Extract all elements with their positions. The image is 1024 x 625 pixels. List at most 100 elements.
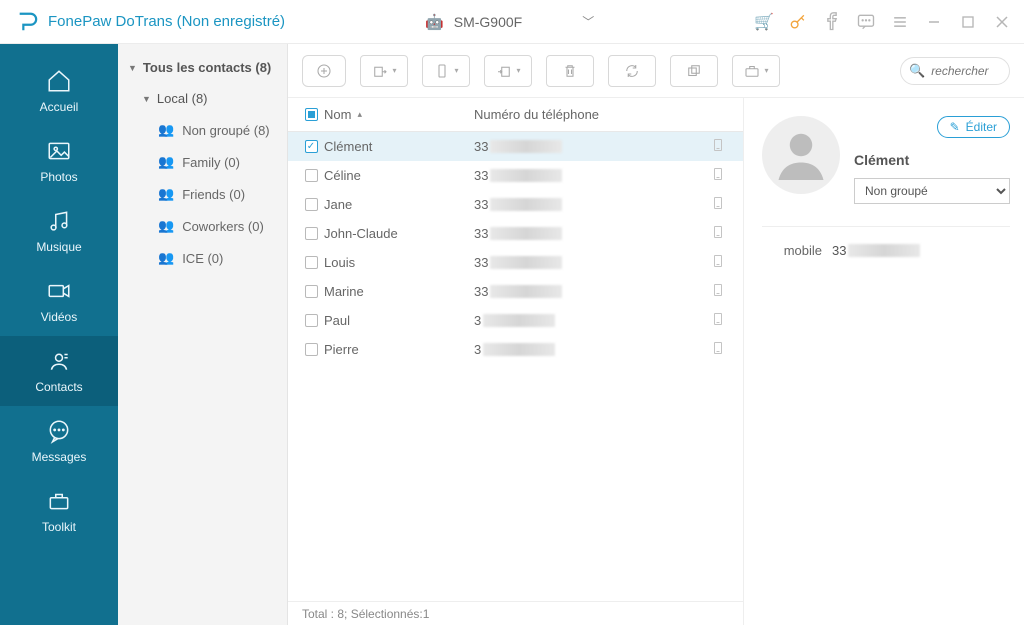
add-button[interactable] <box>302 55 346 87</box>
chevron-down-icon: ▾ <box>516 66 520 75</box>
refresh-button[interactable] <box>608 55 656 87</box>
nav-messages-label: Messages <box>32 450 87 464</box>
device-type-icon <box>703 168 733 183</box>
row-checkbox[interactable] <box>305 227 318 240</box>
tree-all-label: Tous les contacts (8) <box>143 60 271 75</box>
cell-phone: 33 <box>474 255 703 270</box>
nav-photos[interactable]: Photos <box>0 126 118 196</box>
redacted <box>490 198 562 211</box>
detail-mobile-row: mobile 33 <box>762 243 1010 258</box>
cell-phone: 33 <box>474 168 703 183</box>
export-button[interactable]: ▾ <box>360 55 408 87</box>
import-button[interactable]: ▾ <box>484 55 532 87</box>
tree-group[interactable]: 👥 Family (0) <box>118 146 287 178</box>
nav-music[interactable]: Musique <box>0 196 118 266</box>
tree-group[interactable]: 👥Coworkers (0) <box>118 210 287 242</box>
music-icon <box>46 208 72 234</box>
dedupe-button[interactable] <box>670 55 718 87</box>
device-type-icon <box>703 139 733 154</box>
maximize-button[interactable] <box>958 12 978 32</box>
android-icon: 🤖 <box>425 13 444 31</box>
delete-button[interactable] <box>546 55 594 87</box>
row-checkbox[interactable] <box>305 256 318 269</box>
key-icon[interactable] <box>788 12 808 32</box>
tree-group[interactable]: 👥Non groupé (8) <box>118 114 287 146</box>
content: ▾ ▾ ▾ ▾ 🔍 <box>288 44 1024 625</box>
row-checkbox[interactable] <box>305 343 318 356</box>
menu-icon[interactable] <box>890 12 910 32</box>
cell-name: Louis <box>324 255 474 270</box>
device-picker[interactable]: 🤖 SM-G900F ﹀ <box>415 9 604 35</box>
row-checkbox[interactable] <box>305 198 318 211</box>
tree-group[interactable]: 👥Friends (0) <box>118 178 287 210</box>
minimize-button[interactable] <box>924 12 944 32</box>
nav-contacts[interactable]: Contacts <box>0 336 118 406</box>
mobile-value: 33 <box>832 243 1010 258</box>
tree-group-label: Family (0) <box>182 155 240 170</box>
tree-all-contacts[interactable]: ▼ Tous les contacts (8) <box>118 52 287 83</box>
table-row[interactable]: Marine33 <box>288 277 743 306</box>
table-header: Nom ▴ Numéro du téléphone <box>288 98 743 132</box>
device-type-icon <box>703 342 733 357</box>
pencil-icon: ✎ <box>950 120 960 134</box>
cell-name: Marine <box>324 284 474 299</box>
table-row[interactable]: Clément33 <box>288 132 743 161</box>
redacted <box>490 256 562 269</box>
tree-group-label: Non groupé (8) <box>182 123 269 138</box>
column-phone[interactable]: Numéro du téléphone <box>474 107 703 122</box>
table-row[interactable]: Céline33 <box>288 161 743 190</box>
select-all-checkbox[interactable] <box>305 108 318 121</box>
mobile-label: mobile <box>762 243 822 258</box>
people-icon: 👥 <box>158 154 174 170</box>
group-select[interactable]: Non groupé <box>854 178 1010 204</box>
cell-phone: 33 <box>474 226 703 241</box>
row-checkbox[interactable] <box>305 314 318 327</box>
close-button[interactable] <box>992 12 1012 32</box>
facebook-icon[interactable] <box>822 12 842 32</box>
contacts-table: Nom ▴ Numéro du téléphone Clément33Célin… <box>288 98 744 625</box>
search-box[interactable]: 🔍 <box>900 57 1010 85</box>
nav-videos-label: Vidéos <box>41 310 77 324</box>
edit-button[interactable]: ✎ Éditer <box>937 116 1010 138</box>
device-type-icon <box>703 197 733 212</box>
redacted <box>490 140 562 153</box>
cell-phone: 33 <box>474 284 703 299</box>
feedback-icon[interactable] <box>856 12 876 32</box>
table-row[interactable]: John-Claude33 <box>288 219 743 248</box>
cart-icon[interactable]: 🛒 <box>754 12 774 32</box>
row-checkbox[interactable] <box>305 169 318 182</box>
video-icon <box>46 278 72 304</box>
cell-phone: 3 <box>474 313 703 328</box>
column-name[interactable]: Nom ▴ <box>324 107 474 122</box>
tree-group[interactable]: 👥ICE (0) <box>118 242 287 274</box>
search-input[interactable] <box>931 64 1001 78</box>
nav-toolkit[interactable]: Toolkit <box>0 476 118 546</box>
nav-toolkit-label: Toolkit <box>42 520 76 534</box>
tree-local[interactable]: ▼ Local (8) <box>118 83 287 114</box>
home-icon <box>46 68 72 94</box>
chevron-down-icon: ▾ <box>392 66 396 75</box>
people-icon: 👥 <box>158 250 174 266</box>
backup-button[interactable]: ▾ <box>732 55 780 87</box>
nav-messages[interactable]: Messages <box>0 406 118 476</box>
table-row[interactable]: Louis33 <box>288 248 743 277</box>
device-name: SM-G900F <box>454 14 522 30</box>
tree-group-label: Friends (0) <box>182 187 245 202</box>
nav-contacts-label: Contacts <box>35 380 82 394</box>
redacted <box>848 244 920 257</box>
cell-phone: 33 <box>474 197 703 212</box>
cell-name: John-Claude <box>324 226 474 241</box>
avatar <box>762 116 840 194</box>
table-row[interactable]: Paul3 <box>288 306 743 335</box>
table-row[interactable]: Pierre3 <box>288 335 743 364</box>
to-phone-button[interactable]: ▾ <box>422 55 470 87</box>
tree-local-label: Local (8) <box>157 91 208 106</box>
status-bar: Total : 8; Sélectionnés:1 <box>288 601 743 625</box>
table-row[interactable]: Jane33 <box>288 190 743 219</box>
search-icon: 🔍 <box>909 63 925 79</box>
titlebar-actions: 🛒 <box>754 12 1012 32</box>
row-checkbox[interactable] <box>305 140 318 153</box>
row-checkbox[interactable] <box>305 285 318 298</box>
nav-videos[interactable]: Vidéos <box>0 266 118 336</box>
nav-home[interactable]: Accueil <box>0 56 118 126</box>
